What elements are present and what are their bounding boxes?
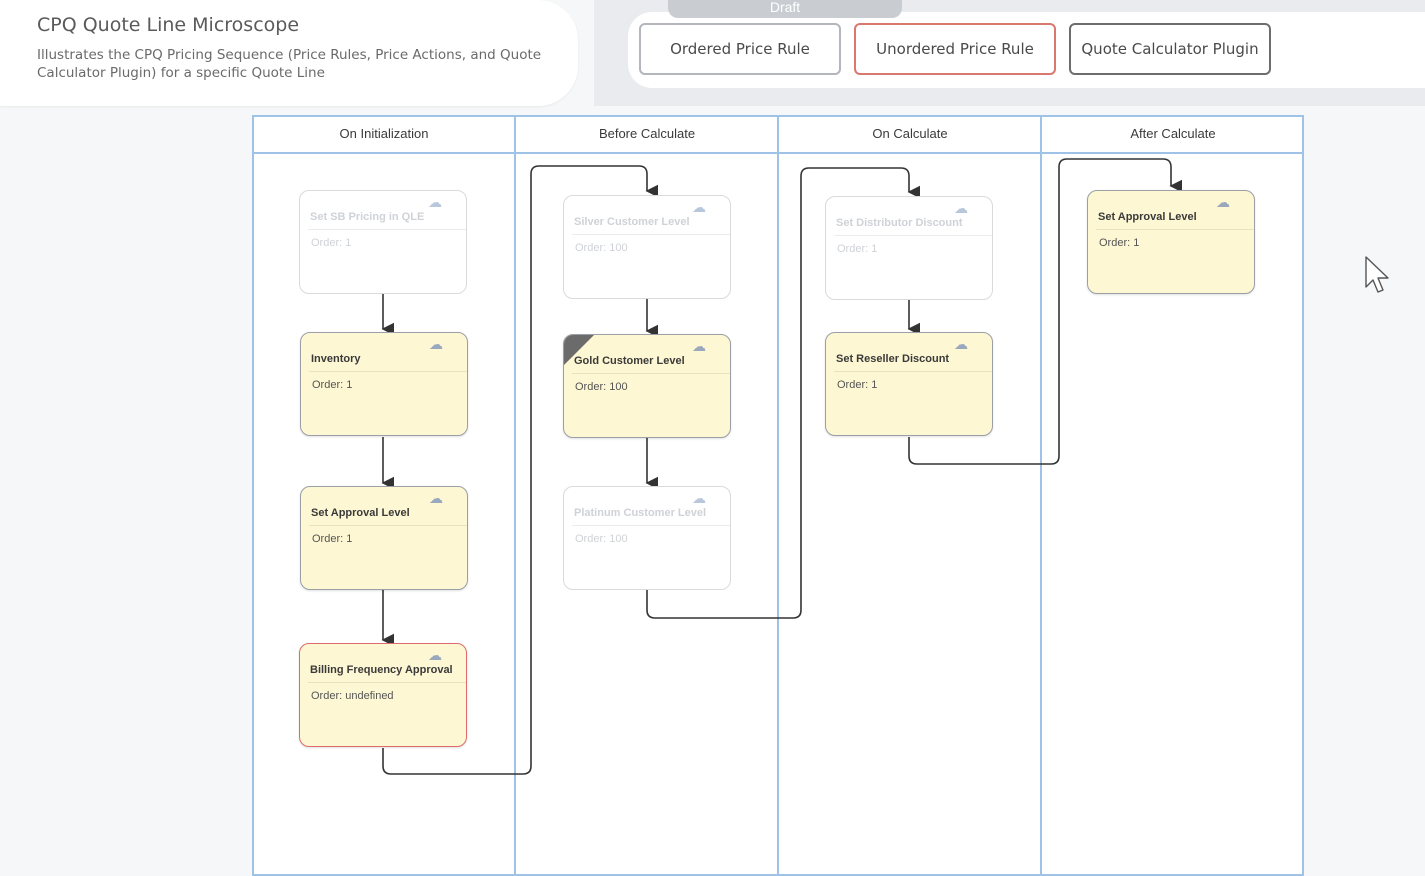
- node-separator: [572, 234, 730, 235]
- node-separator: [1096, 229, 1254, 230]
- rule-node-title: Billing Frequency Approval: [310, 664, 453, 676]
- unordered-price-rule-button[interactable]: Unordered Price Rule: [854, 23, 1056, 75]
- node-separator: [308, 229, 466, 230]
- rule-node-title: Set SB Pricing in QLE: [310, 211, 425, 223]
- rule-node-set-approval-level[interactable]: ☁ Set Approval Level Order: 1: [300, 486, 468, 590]
- rule-node-after-set-approval-level[interactable]: ☁ Set Approval Level Order: 1: [1087, 190, 1255, 294]
- rule-node-order: Order: 1: [837, 379, 878, 391]
- refresh-cloud-icon: ☁: [429, 490, 443, 506]
- rule-node-inventory[interactable]: ☁ Inventory Order: 1: [300, 332, 468, 436]
- refresh-cloud-icon: ☁: [428, 647, 442, 663]
- node-separator: [308, 682, 466, 683]
- rule-node-title: Gold Customer Level: [574, 355, 685, 367]
- node-separator: [572, 525, 730, 526]
- rule-node-gold-customer-level[interactable]: ☁ Gold Customer Level Order: 100: [563, 334, 731, 438]
- page-title: CPQ Quote Line Microscope: [37, 14, 300, 36]
- header-card: CPQ Quote Line Microscope Illustrates th…: [0, 0, 578, 106]
- quote-calculator-plugin-button[interactable]: Quote Calculator Plugin: [1069, 23, 1271, 75]
- refresh-cloud-icon: ☁: [1216, 194, 1230, 210]
- lane-title-after-calculate: After Calculate: [1130, 126, 1216, 141]
- rule-node-order: Order: 1: [311, 237, 352, 249]
- rule-node-order: Order: 100: [575, 533, 628, 545]
- rule-node-title: Set Reseller Discount: [836, 353, 950, 365]
- ordered-price-rule-button[interactable]: Ordered Price Rule: [639, 23, 841, 75]
- lane-title-before-calculate: Before Calculate: [598, 126, 696, 141]
- rule-node-title: Set Approval Level: [1098, 211, 1197, 223]
- rule-node-order: Order: 1: [1099, 237, 1140, 249]
- rule-node-title: Silver Customer Level: [574, 216, 690, 228]
- page-subtitle: Illustrates the CPQ Pricing Sequence (Pr…: [37, 47, 542, 81]
- refresh-cloud-icon: ☁: [428, 194, 442, 210]
- mouse-pointer-icon: [1365, 256, 1389, 293]
- lane-divider: [514, 115, 516, 876]
- node-separator: [834, 371, 992, 372]
- refresh-cloud-icon: ☁: [954, 336, 968, 352]
- node-separator: [309, 371, 467, 372]
- rule-node-silver-customer-level[interactable]: ☁ Silver Customer Level Order: 100: [563, 195, 731, 299]
- rule-node-order: Order: 1: [837, 243, 878, 255]
- rule-node-billing-frequency-approval[interactable]: ☁ Billing Frequency Approval Order: unde…: [299, 643, 467, 747]
- node-separator: [834, 235, 992, 236]
- lane-divider: [1040, 115, 1042, 876]
- rule-node-set-sb-pricing[interactable]: ☁ Set SB Pricing in QLE Order: 1: [299, 190, 467, 294]
- refresh-cloud-icon: ☁: [692, 338, 706, 354]
- rule-node-title: Set Approval Level: [311, 507, 410, 519]
- lane-title-on-calculate: On Calculate: [872, 126, 948, 141]
- lane-title-on-initialization: On Initialization: [339, 126, 429, 141]
- rule-node-order: Order: 100: [575, 381, 628, 393]
- refresh-cloud-icon: ☁: [692, 490, 706, 506]
- rule-node-order: Order: 1: [312, 379, 353, 391]
- rule-node-title: Platinum Customer Level: [574, 507, 707, 519]
- lane-header-separator: [252, 152, 1304, 154]
- rule-node-set-reseller-discount[interactable]: ☁ Set Reseller Discount Order: 1: [825, 332, 993, 436]
- lane-divider: [777, 115, 779, 876]
- rule-node-order: Order: 1: [312, 533, 353, 545]
- rule-node-title: Inventory: [311, 353, 361, 365]
- rule-node-title: Set Distributor Discount: [836, 217, 963, 229]
- rule-node-order: Order: undefined: [311, 690, 394, 702]
- rule-node-order: Order: 100: [575, 242, 628, 254]
- node-separator: [572, 373, 730, 374]
- refresh-cloud-icon: ☁: [954, 200, 968, 216]
- rule-node-platinum-customer-level[interactable]: ☁ Platinum Customer Level Order: 100: [563, 486, 731, 590]
- node-separator: [309, 525, 467, 526]
- draft-status-tab: Draft: [668, 0, 902, 18]
- refresh-cloud-icon: ☁: [429, 336, 443, 352]
- refresh-cloud-icon: ☁: [692, 199, 706, 215]
- rule-node-set-distributor-discount[interactable]: ☁ Set Distributor Discount Order: 1: [825, 196, 993, 300]
